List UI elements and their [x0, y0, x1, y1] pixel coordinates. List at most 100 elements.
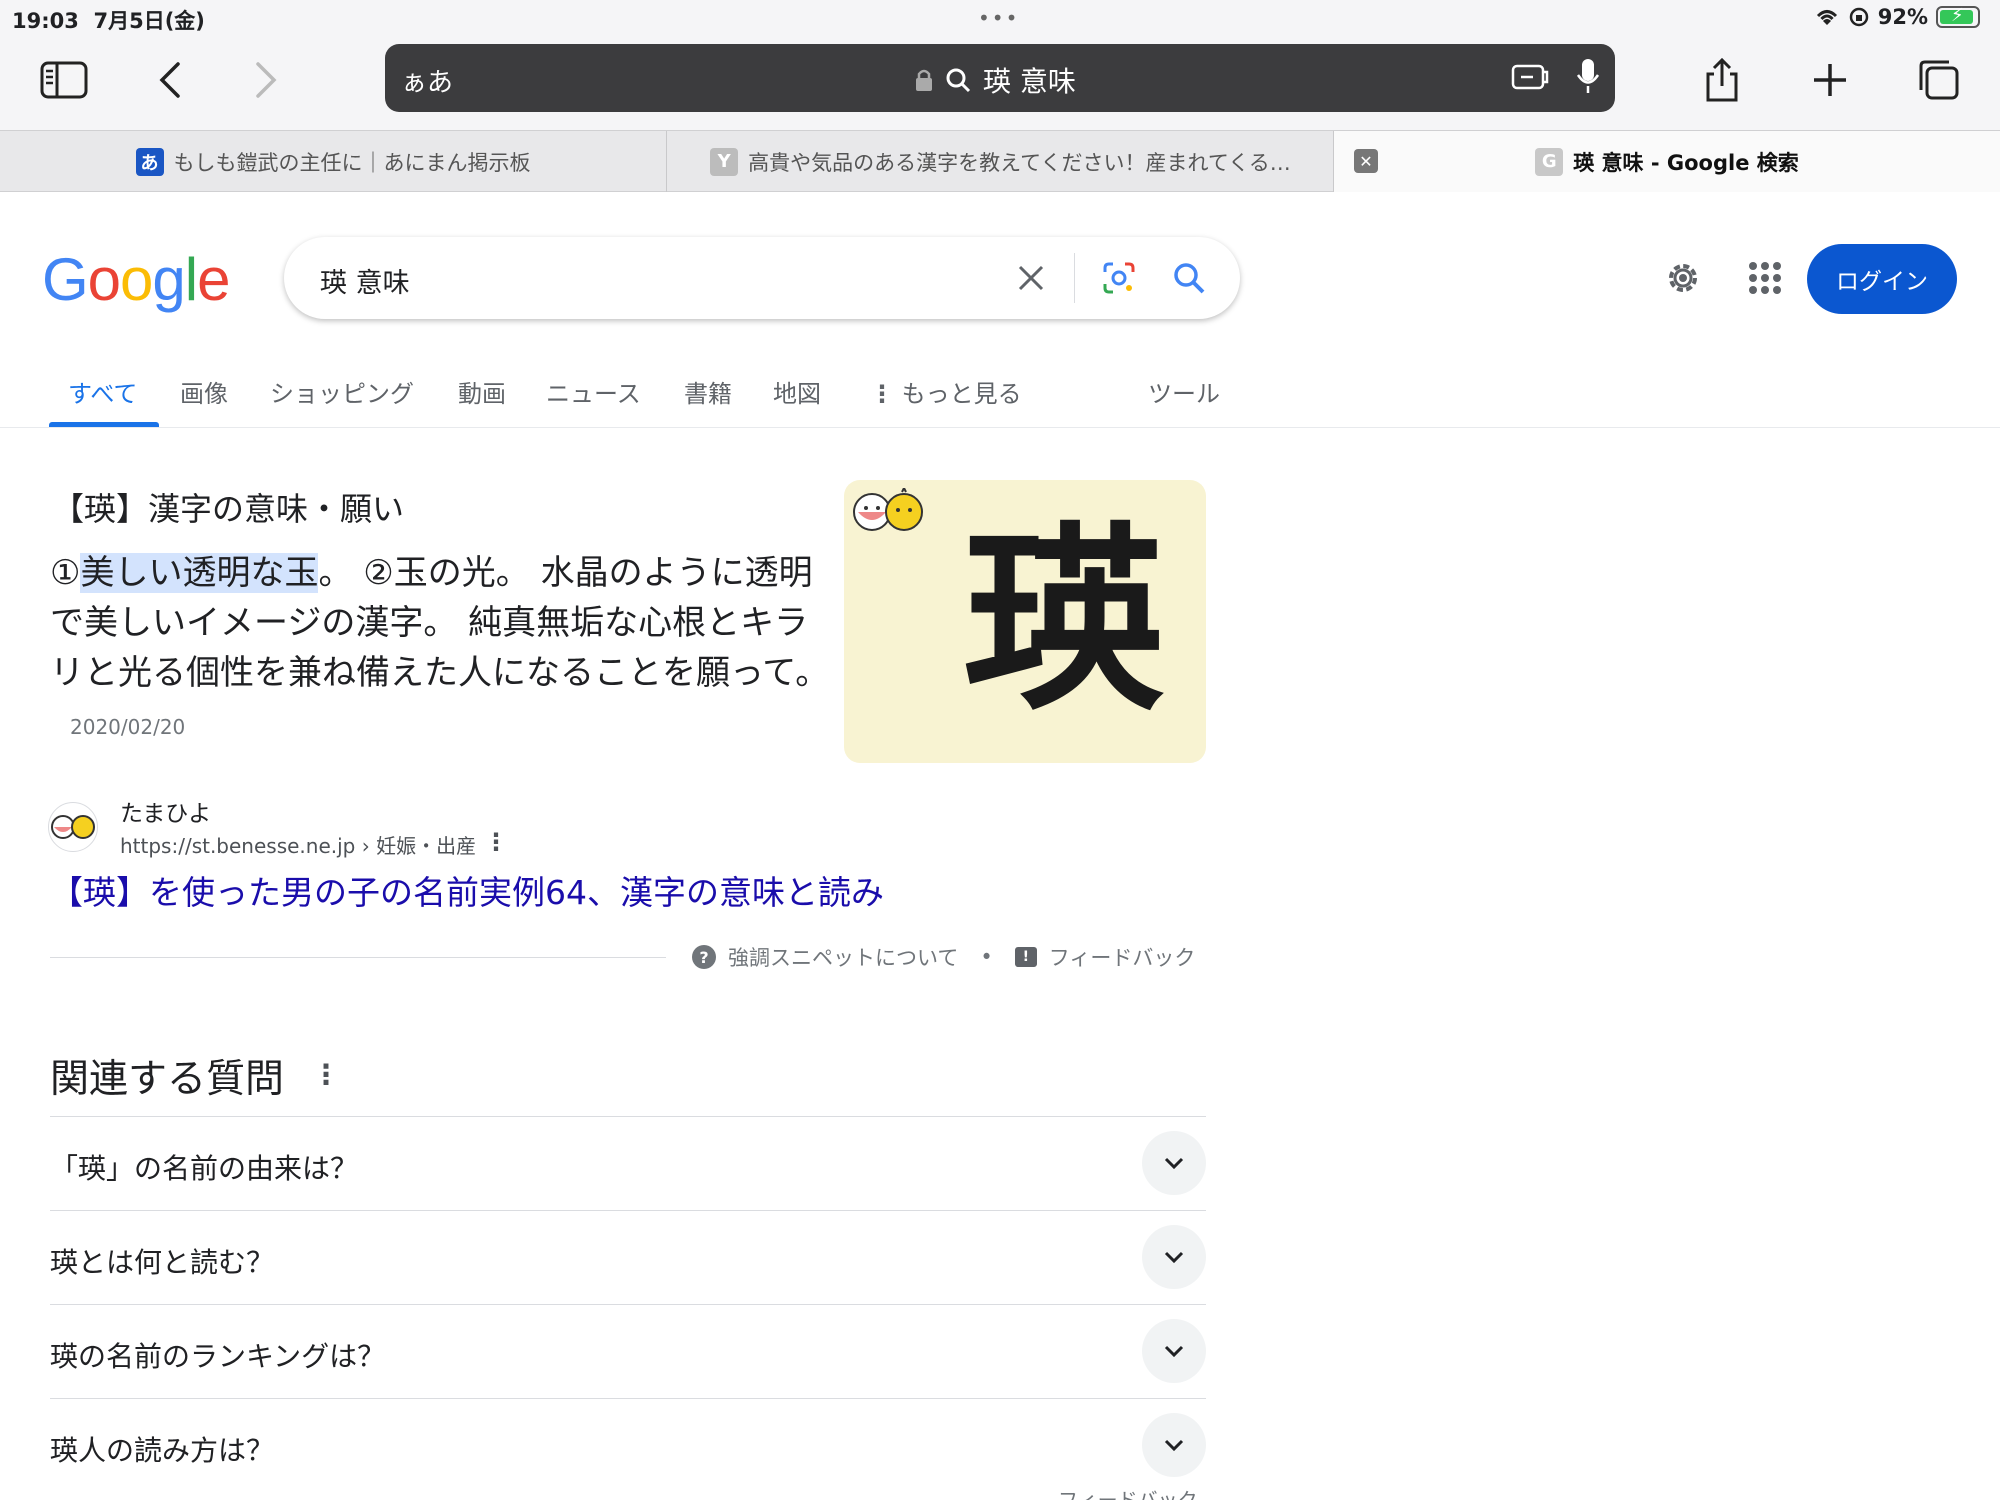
wifi-icon	[1816, 10, 1837, 25]
microphone-icon[interactable]	[1575, 56, 1601, 96]
clear-search-icon[interactable]	[1008, 255, 1054, 301]
related-question-text: 「瑛」の名前の由来は？	[50, 1152, 359, 1185]
snippet-body: ①美しい透明な玉。 ②玉の光。 水晶のように透明で美しいイメージの漢字。 純真無…	[50, 548, 830, 752]
nav-tab-more[interactable]: ⋮ もっと見る	[870, 374, 1022, 409]
logo-letter: g	[152, 246, 185, 313]
status-bar: 19:03 7月5日(金) ••• 92% ⚡	[0, 0, 2000, 36]
chevron-down-icon[interactable]	[1142, 1319, 1206, 1383]
search-nav: すべて 画像 ショッピング 動画 ニュース 書籍 地図 ⋮ もっと見る ツール	[0, 360, 2000, 428]
multitasking-dots-icon[interactable]: •••	[978, 6, 1019, 30]
source-url[interactable]: https://st.benesse.ne.jp › 妊娠・出産	[120, 830, 476, 859]
tab-overview-icon[interactable]	[1908, 50, 1968, 110]
logo-letter: l	[184, 246, 198, 313]
url-text: 瑛 意味	[983, 65, 1076, 98]
help-circle-icon: ?	[692, 945, 716, 969]
related-more-options-icon[interactable]: ⋮	[312, 1058, 340, 1091]
related-questions-list: 「瑛」の名前の由来は？ 瑛とは何と読む？ 瑛の名前のランキングは？ 瑛人の読み方…	[50, 1116, 1206, 1492]
tab-title: もしも鎧武の主任に｜あにまん掲示板	[173, 150, 531, 175]
browser-tab-3-active[interactable]: ✕ G 瑛 意味 - Google 検索	[1334, 131, 2000, 192]
related-question-item[interactable]: 瑛人の読み方は？	[50, 1398, 1206, 1492]
tab-strip: あ もしも鎧武の主任に｜あにまん掲示板 Y 高貴や気品のある漢字を教えてください…	[0, 130, 2000, 192]
related-question-text: 瑛とは何と読む？	[50, 1246, 275, 1279]
sidebar-toggle-icon[interactable]	[34, 50, 94, 110]
search-box[interactable]: 瑛 意味	[284, 237, 1240, 319]
browser-tab-1[interactable]: あ もしも鎧武の主任に｜あにまん掲示板	[0, 131, 667, 192]
related-question-item[interactable]: 瑛の名前のランキングは？	[50, 1304, 1206, 1398]
nav-tab-maps[interactable]: 地図	[773, 374, 821, 409]
snippet-image[interactable]: 瑛	[844, 480, 1206, 763]
clock-date: 7月5日(金)	[93, 9, 205, 33]
nav-tab-all[interactable]: すべて	[68, 374, 137, 409]
more-vertical-icon: ⋮	[870, 380, 894, 408]
result-more-options-icon[interactable]: ⋮	[484, 828, 508, 856]
snippet-body-prefix: ①	[50, 553, 81, 593]
apps-grid-icon[interactable]	[1739, 252, 1791, 304]
nav-tab-tools[interactable]: ツール	[1148, 374, 1220, 409]
orientation-lock-icon	[1849, 7, 1868, 27]
logo-letter: G	[42, 246, 89, 313]
url-display[interactable]: 瑛 意味	[915, 60, 1076, 100]
nav-tab-books[interactable]: 書籍	[684, 374, 732, 409]
active-tab-indicator	[49, 422, 159, 427]
snippet-date: 2020/02/20	[70, 715, 186, 739]
related-question-text: 瑛の名前のランキングは？	[50, 1340, 386, 1373]
status-indicators: 92% ⚡	[1814, 5, 1980, 29]
tab-title: 瑛 意味 - Google 検索	[1573, 150, 1799, 175]
search-icon	[946, 68, 971, 93]
logo-letter: e	[197, 246, 230, 313]
nav-tab-videos[interactable]: 動画	[458, 374, 506, 409]
battery-icon: ⚡	[1936, 5, 1980, 28]
result-title-link[interactable]: 【瑛】を使った男の子の名前実例64、漢字の意味と読み	[50, 866, 884, 914]
clock-time: 19:03	[12, 9, 79, 33]
browser-toolbar: ぁあ 瑛 意味	[0, 36, 2000, 130]
search-submit-icon[interactable]	[1166, 255, 1212, 301]
extension-icon[interactable]	[1509, 56, 1549, 96]
google-logo[interactable]: Google	[42, 245, 231, 314]
share-icon[interactable]	[1692, 50, 1752, 110]
chevron-down-icon[interactable]	[1142, 1225, 1206, 1289]
tab-favicon: Y	[710, 147, 739, 176]
source-site-name[interactable]: たまひよ	[120, 794, 211, 828]
chevron-down-icon[interactable]	[1142, 1413, 1206, 1477]
settings-gear-icon[interactable]	[1657, 252, 1709, 304]
lock-icon	[916, 69, 932, 91]
related-questions-title: 関連する質問	[50, 1057, 285, 1102]
about-snippets-link[interactable]: 強調スニペットについて	[728, 942, 958, 972]
logo-letter: o	[87, 246, 121, 313]
nav-tab-shopping[interactable]: ショッピング	[270, 374, 414, 409]
related-question-item[interactable]: 瑛とは何と読む？	[50, 1210, 1206, 1304]
tab-favicon: G	[1535, 147, 1564, 176]
new-tab-icon[interactable]	[1800, 50, 1860, 110]
related-question-text: 瑛人の読み方は？	[50, 1434, 275, 1467]
browser-tab-2[interactable]: Y 高貴や気品のある漢字を教えてください！産まれてくる…	[668, 131, 1334, 192]
back-icon[interactable]	[140, 50, 200, 110]
feedback-link[interactable]: フィードバック	[1049, 942, 1196, 972]
snippet-highlight: 美しい透明な玉	[80, 553, 319, 593]
source-favicon-icon[interactable]	[48, 802, 98, 852]
login-button[interactable]: ログイン	[1807, 244, 1957, 314]
close-tab-icon[interactable]: ✕	[1354, 149, 1378, 173]
battery-percent: 92%	[1877, 5, 1928, 29]
mascot-logo-icon	[852, 488, 928, 534]
related-feedback-link[interactable]: フィードバック	[1058, 1484, 1198, 1500]
nav-tab-more-label: もっと見る	[901, 380, 1022, 408]
address-bar[interactable]: ぁあ 瑛 意味	[385, 44, 1615, 112]
nav-tab-images[interactable]: 画像	[180, 374, 228, 409]
search-input[interactable]: 瑛 意味	[320, 261, 410, 300]
logo-letter: o	[120, 246, 153, 313]
status-time: 19:03 7月5日(金)	[12, 5, 205, 35]
snippet-kanji: 瑛	[964, 505, 1165, 738]
tab-title: 高貴や気品のある漢字を教えてください！産まれてくる…	[748, 150, 1291, 175]
google-lens-icon[interactable]	[1096, 255, 1142, 301]
chevron-down-icon[interactable]	[1142, 1131, 1206, 1195]
snippet-divider	[50, 957, 666, 958]
related-question-item[interactable]: 「瑛」の名前の由来は？	[50, 1116, 1206, 1210]
address-bar-actions	[1509, 56, 1601, 96]
search-divider	[1074, 253, 1075, 303]
tab-favicon: あ	[135, 147, 164, 176]
forward-icon[interactable]	[236, 50, 296, 110]
feedback-icon: !	[1014, 947, 1037, 967]
nav-tab-news[interactable]: ニュース	[546, 374, 641, 409]
footer-separator: •	[980, 945, 993, 969]
reader-options-button[interactable]: ぁあ	[401, 62, 453, 99]
